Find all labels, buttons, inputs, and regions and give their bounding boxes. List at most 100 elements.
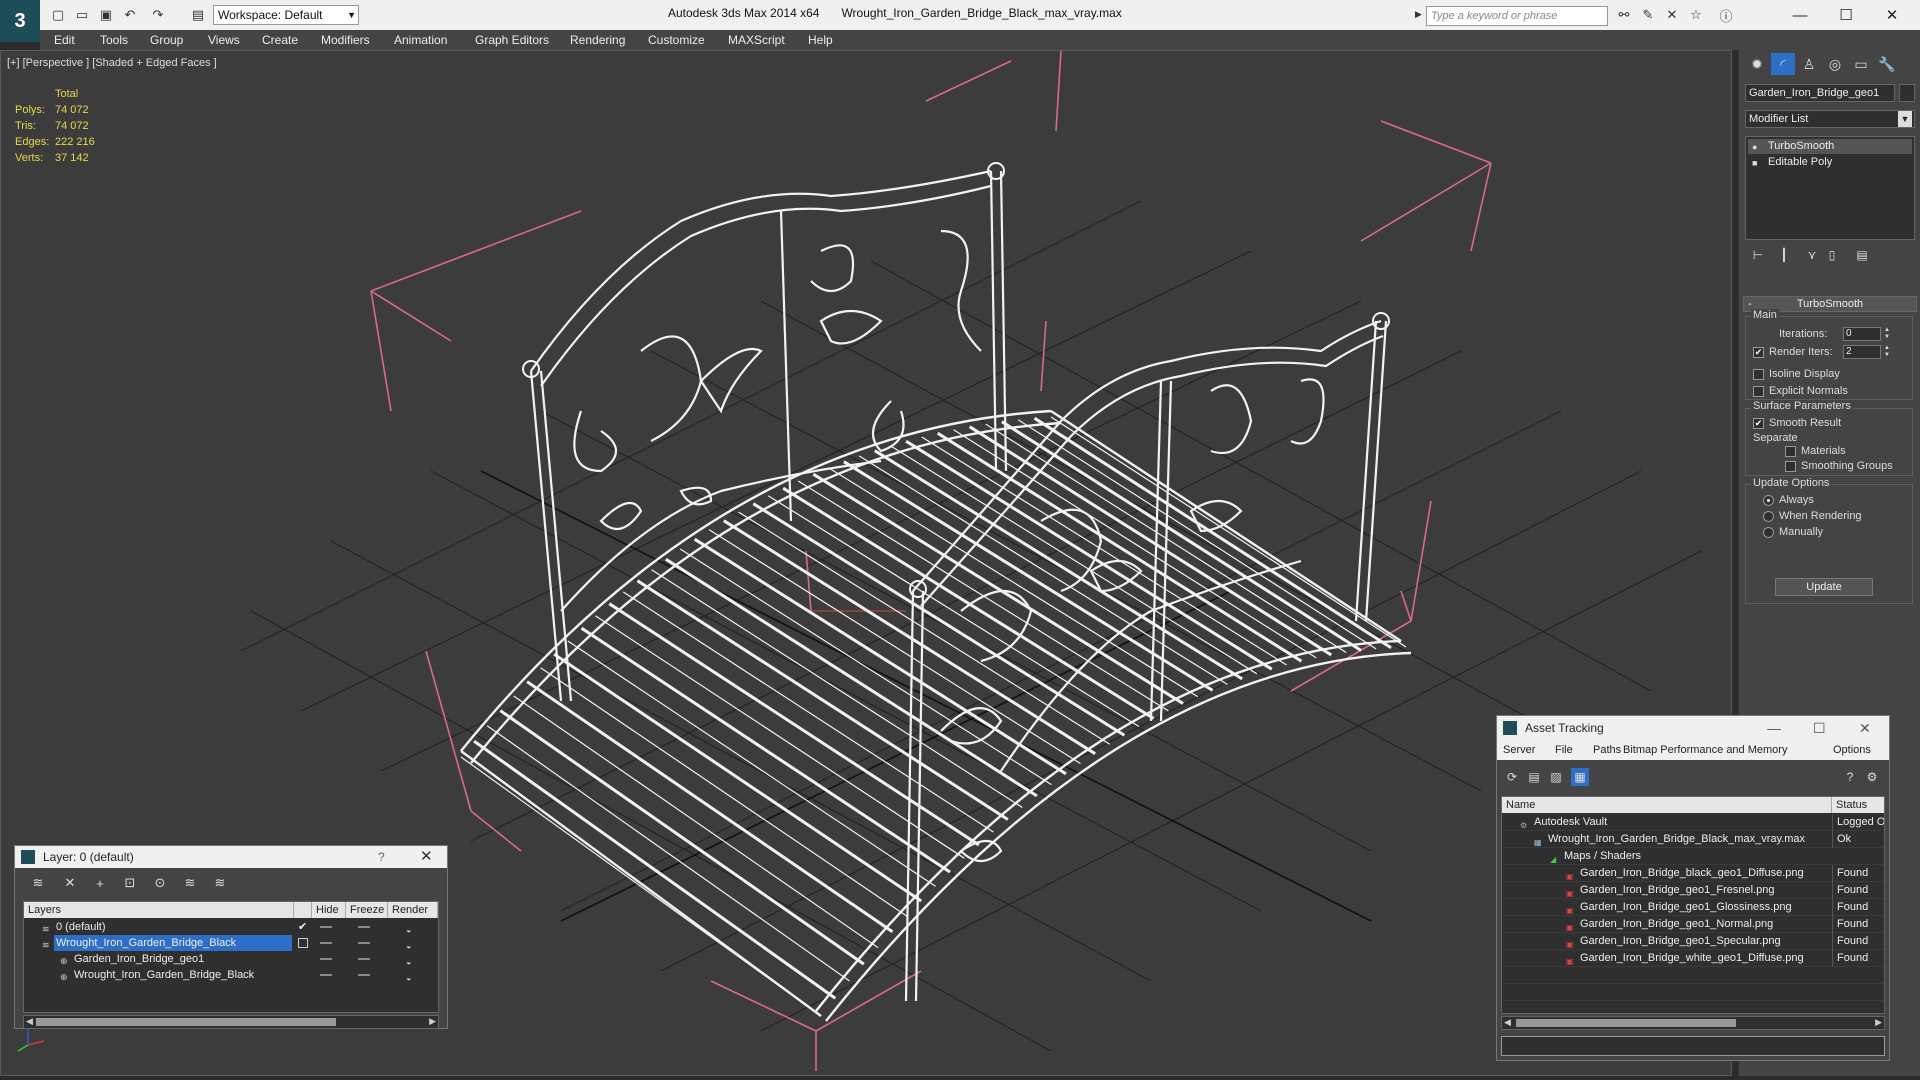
asset-row[interactable]: ◢ Maps / Shaders [1502, 848, 1884, 865]
hide-toggle[interactable] [320, 942, 332, 944]
hide-toggle[interactable] [320, 926, 332, 928]
minimize-button[interactable]: — [1780, 4, 1820, 26]
hide-toggle[interactable] [320, 974, 332, 976]
render-teapot-icon[interactable]: ◒ [406, 954, 418, 967]
menu-options[interactable]: Options [1833, 744, 1871, 756]
menu-modifiers[interactable]: Modifiers [321, 33, 370, 47]
stack-item-turbosmooth[interactable]: ● TurboSmooth [1748, 139, 1912, 154]
show-end-result-icon[interactable]: ┃ [1775, 246, 1793, 264]
hierarchy-tab-icon[interactable]: ♙ [1797, 53, 1821, 75]
menu-help[interactable]: Help [808, 33, 833, 47]
remove-modifier-icon[interactable]: ▯ [1823, 246, 1841, 264]
layer-row[interactable]: ≋ 0 (default) ✔ ◒ [24, 919, 438, 935]
menu-server[interactable]: Server [1503, 744, 1535, 756]
column-current[interactable] [294, 902, 312, 918]
layer-row[interactable]: ⊕ Garden_Iron_Bridge_geo1 ◒ [24, 951, 438, 967]
close-button[interactable]: ✕ [1872, 4, 1912, 26]
menu-create[interactable]: Create [262, 33, 298, 47]
scroll-right-icon[interactable]: ▶ [429, 1016, 436, 1027]
list-view-icon[interactable]: ▤ [1525, 768, 1543, 786]
freeze-toggle[interactable] [358, 942, 370, 944]
column-layers[interactable]: Layers [24, 902, 294, 918]
add-selection-icon[interactable]: + [91, 874, 109, 892]
render-iters-spinner[interactable]: 2 [1843, 345, 1881, 359]
freeze-toggle[interactable] [358, 926, 370, 928]
isoline-display-checkbox[interactable] [1753, 369, 1764, 380]
search-input[interactable]: Type a keyword or phrase [1426, 6, 1608, 26]
scroll-left-icon[interactable]: ◀ [1504, 1017, 1511, 1028]
project-folder-icon[interactable]: ▤ [190, 7, 206, 23]
scroll-right-icon[interactable]: ▶ [1875, 1017, 1882, 1028]
favorites-star-icon[interactable]: ☆ [1688, 7, 1704, 23]
help-button[interactable]: ? [378, 846, 385, 868]
render-teapot-icon[interactable]: ◒ [406, 970, 418, 983]
menu-file[interactable]: File [1555, 744, 1573, 756]
menu-rendering[interactable]: Rendering [570, 33, 625, 47]
render-iters-checkbox[interactable]: ✔ [1753, 347, 1764, 358]
hide-all-icon[interactable]: ≋ [181, 874, 199, 892]
menu-tools[interactable]: Tools [100, 33, 128, 47]
menu-customize[interactable]: Customize [648, 33, 705, 47]
when-rendering-radio[interactable] [1763, 511, 1774, 522]
horizontal-scrollbar[interactable]: ◀ ▶ [23, 1015, 439, 1029]
communication-icon[interactable]: ✕ [1664, 7, 1680, 23]
search-expand-icon[interactable]: ▶ [1415, 9, 1423, 23]
help-icon[interactable]: ⓘ [1718, 7, 1734, 24]
render-teapot-icon[interactable]: ◒ [406, 922, 418, 935]
render-teapot-icon[interactable]: ◒ [406, 938, 418, 951]
lightbulb-icon[interactable]: ● [1752, 140, 1762, 152]
thumbnail-view-icon[interactable]: ▨ [1547, 768, 1565, 786]
asset-row[interactable]: ▣ Garden_Iron_Bridge_black_geo1_Diffuse.… [1502, 865, 1884, 882]
new-file-icon[interactable]: ▢ [50, 7, 66, 23]
freeze-toggle[interactable] [358, 974, 370, 976]
maximize-button[interactable]: ☐ [1826, 4, 1866, 26]
smooth-result-checkbox[interactable]: ✔ [1753, 418, 1764, 429]
always-radio[interactable] [1763, 495, 1774, 506]
explicit-normals-checkbox[interactable] [1753, 386, 1764, 397]
column-name[interactable]: Name [1502, 797, 1832, 813]
settings-icon[interactable]: ⚙ [1863, 768, 1881, 786]
modify-tab-icon[interactable]: ◜ [1771, 53, 1795, 75]
iterations-spinner[interactable]: 0 [1843, 327, 1881, 341]
maximize-button[interactable]: ☐ [1813, 716, 1826, 740]
utilities-tab-icon[interactable]: 🔧 [1875, 53, 1899, 75]
asset-row[interactable]: ▣ Garden_Iron_Bridge_geo1_Fresnel.png Fo… [1502, 882, 1884, 899]
delete-layer-icon[interactable]: ✕ [61, 874, 79, 892]
open-file-icon[interactable]: ▭ [74, 7, 90, 23]
menu-bitmap-performance[interactable]: Bitmap Performance and Memory [1623, 744, 1787, 756]
save-file-icon[interactable]: ▣ [98, 7, 114, 23]
highlight-selected-icon[interactable]: ⊙ [151, 874, 169, 892]
spinner-arrows-icon[interactable]: ▲ ▼ [1883, 327, 1891, 341]
update-button[interactable]: Update [1775, 578, 1873, 596]
asset-row[interactable]: ▣ Garden_Iron_Bridge_geo1_Normal.png Fou… [1502, 916, 1884, 933]
binoculars-icon[interactable]: ⚯ [1616, 7, 1632, 23]
layer-row[interactable]: ≋ Wrought_Iron_Garden_Bridge_Black ◒ [24, 935, 438, 951]
menu-paths[interactable]: Paths [1593, 744, 1621, 756]
asset-tracking-titlebar[interactable]: Asset Tracking — ☐ ✕ [1497, 716, 1889, 740]
select-objects-icon[interactable]: ⊡ [121, 874, 139, 892]
subscription-icon[interactable]: ✎ [1640, 7, 1656, 23]
menu-edit[interactable]: Edit [54, 33, 75, 47]
menu-group[interactable]: Group [150, 33, 183, 47]
asset-row[interactable]: ▣ Garden_Iron_Bridge_geo1_Specular.png F… [1502, 933, 1884, 950]
freeze-toggle[interactable] [358, 958, 370, 960]
asset-row[interactable]: ▦ Wrought_Iron_Garden_Bridge_Black_max_v… [1502, 831, 1884, 848]
display-tab-icon[interactable]: ▭ [1849, 53, 1873, 75]
object-color-swatch[interactable] [1899, 84, 1915, 102]
asset-row[interactable]: ⚙ Autodesk Vault Logged O [1502, 814, 1884, 831]
column-render[interactable]: Render [388, 902, 438, 918]
undo-icon[interactable]: ↶ [122, 7, 138, 23]
column-status[interactable]: Status [1832, 797, 1884, 813]
configure-sets-icon[interactable]: ▤ [1853, 246, 1871, 264]
column-hide[interactable]: Hide [312, 902, 346, 918]
layer-dialog-titlebar[interactable]: Layer: 0 (default) ? ✕ [15, 846, 447, 868]
hide-toggle[interactable] [320, 958, 332, 960]
refresh-icon[interactable]: ⟳ [1503, 768, 1521, 786]
create-tab-icon[interactable]: ✹ [1745, 53, 1769, 75]
menu-maxscript[interactable]: MAXScript [728, 33, 785, 47]
asset-row[interactable]: ▣ Garden_Iron_Bridge_white_geo1_Diffuse.… [1502, 950, 1884, 967]
horizontal-scrollbar[interactable]: ◀ ▶ [1501, 1016, 1885, 1030]
current-layer-check-icon[interactable]: ✔ [298, 919, 307, 935]
current-layer-box[interactable] [298, 938, 308, 948]
redo-icon[interactable]: ↷ [150, 7, 166, 23]
